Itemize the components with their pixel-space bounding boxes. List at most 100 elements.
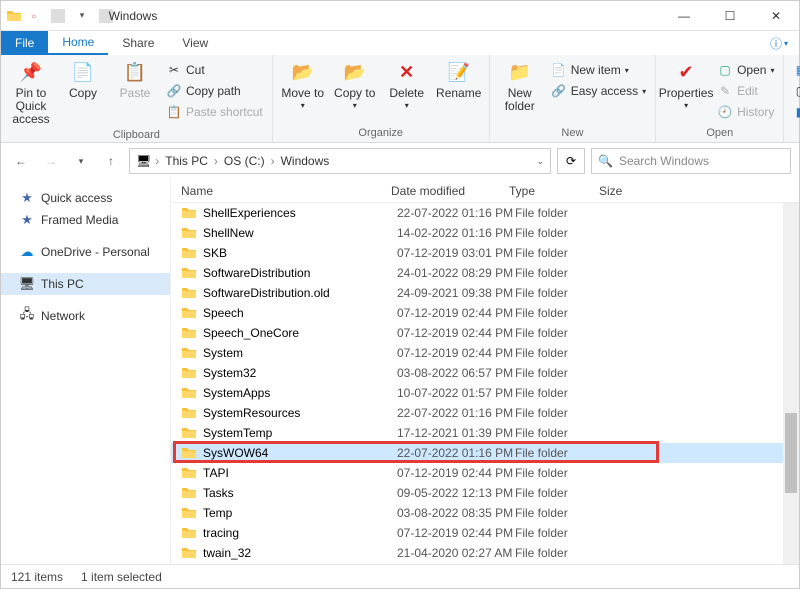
tab-home[interactable]: Home [48, 31, 108, 55]
pin-to-quick-access-button[interactable]: 📌Pin to Quick access [7, 57, 55, 127]
new-folder-button[interactable]: 📁New folder [496, 57, 544, 113]
table-row[interactable]: SKB07-12-2019 03:01 PMFile folder [171, 243, 799, 263]
col-date[interactable]: Date modified [381, 184, 499, 198]
folder-icon [181, 345, 197, 361]
select-none-button[interactable]: ▢Select none [790, 82, 800, 100]
paste-icon: 📋 [123, 61, 147, 85]
new-item-button[interactable]: 📄New item ▾ [548, 61, 649, 79]
select-all-button[interactable]: ▦Select all [790, 61, 800, 79]
edit-icon: ✎ [717, 83, 733, 99]
history-button[interactable]: 🕘History [714, 103, 777, 121]
delete-button[interactable]: ✕Delete▾ [383, 57, 431, 111]
copy-to-button[interactable]: 📂Copy to▾ [331, 57, 379, 111]
nav-pane: ★Quick access ★Framed Media ☁OneDrive - … [1, 179, 171, 564]
easy-access-icon: 🔗 [551, 83, 567, 99]
table-row[interactable]: ShellNew14-02-2022 01:16 PMFile folder [171, 223, 799, 243]
crumb-drive[interactable]: OS (C:) [222, 154, 267, 168]
file-list[interactable]: ShellExperiences22-07-2022 01:16 PMFile … [171, 203, 799, 564]
nav-quick-access[interactable]: ★Quick access [1, 187, 170, 209]
file-name: Temp [203, 506, 397, 520]
file-date: 07-12-2019 02:44 PM [397, 346, 515, 360]
table-row[interactable]: tracing07-12-2019 02:44 PMFile folder [171, 523, 799, 543]
paste-button[interactable]: 📋Paste [111, 57, 159, 100]
table-row[interactable]: SystemResources22-07-2022 01:16 PMFile f… [171, 403, 799, 423]
pc-icon: 🖥 [136, 154, 151, 168]
table-row[interactable]: SystemTemp17-12-2021 01:39 PMFile folder [171, 423, 799, 443]
table-row[interactable]: Speech_OneCore07-12-2019 02:44 PMFile fo… [171, 323, 799, 343]
table-row[interactable]: SysWOW6422-07-2022 01:16 PMFile folder [171, 443, 799, 463]
file-date: 10-07-2022 01:57 PM [397, 386, 515, 400]
cut-button[interactable]: ✂Cut [163, 61, 266, 79]
scrollbar-thumb[interactable] [785, 413, 797, 493]
col-name[interactable]: Name [171, 184, 381, 198]
folder-icon [181, 305, 197, 321]
table-row[interactable]: System3203-08-2022 06:57 PMFile folder [171, 363, 799, 383]
file-date: 14-02-2022 01:16 PM [397, 226, 515, 240]
table-row[interactable]: SystemApps10-07-2022 01:57 PMFile folder [171, 383, 799, 403]
ribbon-collapse-button[interactable]: ⓘ ▾ [759, 31, 799, 55]
invert-selection-button[interactable]: ◧Invert selection [790, 103, 800, 121]
tab-share[interactable]: Share [108, 31, 168, 55]
table-row[interactable]: Vss07-12-2019 02:44 PMFile folder [171, 563, 799, 564]
table-row[interactable]: TAPI07-12-2019 02:44 PMFile folder [171, 463, 799, 483]
table-row[interactable]: Tasks09-05-2022 12:13 PMFile folder [171, 483, 799, 503]
newfolder-label: New folder [496, 87, 544, 113]
crumb-folder[interactable]: Windows [279, 154, 332, 168]
properties-qat-icon[interactable]: ▫ [27, 9, 41, 23]
table-row[interactable]: SoftwareDistribution.old24-09-2021 09:38… [171, 283, 799, 303]
copy-path-button[interactable]: 🔗Copy path [163, 82, 266, 100]
table-row[interactable]: SoftwareDistribution24-01-2022 08:29 PMF… [171, 263, 799, 283]
new-item-icon: 📄 [551, 62, 567, 78]
up-button[interactable]: ↑ [99, 149, 123, 173]
table-row[interactable]: System07-12-2019 02:44 PMFile folder [171, 343, 799, 363]
back-button[interactable]: ← [9, 149, 33, 173]
rename-button[interactable]: 📝Rename [435, 57, 483, 100]
nav-onedrive[interactable]: ☁OneDrive - Personal [1, 241, 170, 263]
pc-icon: 🖥 [19, 276, 35, 292]
open-button[interactable]: ▢Open ▾ [714, 61, 777, 79]
scrollbar[interactable] [783, 203, 799, 564]
crumb-this-pc[interactable]: This PC [163, 154, 210, 168]
open-label: Open [737, 63, 766, 77]
group-label: Open [662, 125, 777, 142]
table-row[interactable]: Temp03-08-2022 08:35 PMFile folder [171, 503, 799, 523]
properties-label: Properties [659, 87, 714, 100]
file-date: 22-07-2022 01:16 PM [397, 406, 515, 420]
copy-button[interactable]: 📄Copy [59, 57, 107, 100]
table-row[interactable]: twain_3221-04-2020 02:27 AMFile folder [171, 543, 799, 563]
nav-framed-media[interactable]: ★Framed Media [1, 209, 170, 231]
tab-file[interactable]: File [1, 31, 48, 55]
close-button[interactable]: ✕ [753, 1, 799, 31]
refresh-button[interactable]: ⟳ [557, 148, 585, 174]
edit-button[interactable]: ✎Edit [714, 82, 777, 100]
qat-dropdown-icon[interactable]: ▾ [75, 9, 89, 23]
address-dropdown[interactable]: ⌄ [536, 156, 544, 167]
properties-button[interactable]: ✔Properties▾ [662, 57, 710, 111]
file-name: ShellExperiences [203, 206, 397, 220]
status-bar: 121 items 1 item selected [1, 564, 799, 588]
easy-access-button[interactable]: 🔗Easy access ▾ [548, 82, 649, 100]
paste-shortcut-button[interactable]: 📋Paste shortcut [163, 103, 266, 121]
file-type: File folder [515, 306, 605, 320]
nav-network[interactable]: 🖧Network [1, 305, 170, 327]
minimize-button[interactable]: — [661, 1, 707, 31]
table-row[interactable]: Speech07-12-2019 02:44 PMFile folder [171, 303, 799, 323]
address-bar[interactable]: 🖥 › This PC › OS (C:) › Windows ⌄ [129, 148, 551, 174]
table-row[interactable]: ShellExperiences22-07-2022 01:16 PMFile … [171, 203, 799, 223]
col-size[interactable]: Size [589, 184, 669, 198]
file-type: File folder [515, 406, 605, 420]
search-input[interactable]: 🔍 Search Windows [591, 148, 791, 174]
maximize-button[interactable]: ☐ [707, 1, 753, 31]
nav-this-pc[interactable]: 🖥This PC [1, 273, 170, 295]
file-type: File folder [515, 206, 605, 220]
move-to-button[interactable]: 📂Move to▾ [279, 57, 327, 111]
select-none-icon: ▢ [793, 83, 800, 99]
recent-dropdown[interactable]: ▾ [69, 149, 93, 173]
file-type: File folder [515, 246, 605, 260]
folder-icon [7, 9, 21, 23]
col-type[interactable]: Type [499, 184, 589, 198]
tab-view[interactable]: View [168, 31, 222, 55]
file-type: File folder [515, 506, 605, 520]
forward-button[interactable]: → [39, 149, 63, 173]
file-name: ShellNew [203, 226, 397, 240]
